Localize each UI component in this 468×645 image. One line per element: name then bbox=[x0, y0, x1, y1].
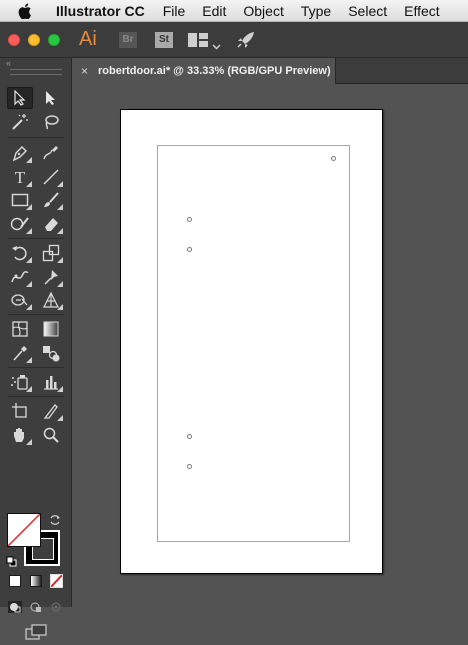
close-tab-icon[interactable]: × bbox=[81, 64, 88, 78]
anchor-point[interactable] bbox=[187, 464, 192, 469]
swap-fill-stroke-icon[interactable] bbox=[49, 513, 61, 531]
color-mode-button[interactable] bbox=[9, 575, 21, 587]
eraser-tool[interactable] bbox=[38, 213, 64, 235]
canvas-area[interactable] bbox=[72, 84, 468, 607]
panel-grip[interactable] bbox=[10, 69, 62, 75]
artboard-tool[interactable] bbox=[7, 400, 33, 422]
illustrator-logo: Ai bbox=[79, 28, 97, 50]
document-tab-bar: × robertdoor.ai* @ 33.33% (RGB/GPU Previ… bbox=[72, 58, 468, 84]
apple-menu-icon[interactable] bbox=[18, 3, 36, 19]
menu-file[interactable]: File bbox=[163, 3, 186, 19]
document-tab-title: robertdoor.ai* @ 33.33% (RGB/GPU Preview… bbox=[98, 65, 331, 77]
blend-tool[interactable] bbox=[38, 342, 64, 364]
mesh-tool[interactable] bbox=[7, 318, 33, 340]
type-tool-glyph: T bbox=[14, 167, 26, 187]
lasso-tool[interactable] bbox=[38, 111, 64, 133]
column-graph-tool[interactable] bbox=[38, 371, 64, 393]
shape-builder-tool[interactable] bbox=[7, 289, 33, 311]
divider bbox=[8, 238, 64, 239]
perspective-grid-tool[interactable] bbox=[38, 289, 64, 311]
window-zoom-button[interactable] bbox=[48, 34, 60, 46]
tools-panel: ‹‹ T bbox=[0, 58, 72, 640]
eyedropper-tool[interactable] bbox=[7, 342, 33, 364]
pen-tool[interactable] bbox=[7, 142, 33, 164]
default-fill-stroke-icon[interactable] bbox=[6, 554, 17, 572]
type-tool[interactable]: T bbox=[7, 166, 33, 188]
anchor-point[interactable] bbox=[187, 217, 192, 222]
line-segment-tool[interactable] bbox=[38, 166, 64, 188]
application-bar: Ai Br St bbox=[0, 22, 468, 58]
draw-normal-icon[interactable] bbox=[8, 600, 22, 613]
document-tab[interactable]: × robertdoor.ai* @ 33.33% (RGB/GPU Previ… bbox=[72, 58, 336, 84]
zoom-tool[interactable] bbox=[38, 424, 64, 446]
curvature-tool[interactable] bbox=[38, 142, 64, 164]
menu-effect[interactable]: Effect bbox=[404, 3, 440, 19]
draw-behind-icon[interactable] bbox=[29, 600, 43, 612]
app-name-menu[interactable]: Illustrator CC bbox=[56, 3, 145, 19]
divider bbox=[8, 396, 64, 397]
window-minimize-button[interactable] bbox=[28, 34, 40, 46]
draw-inside-icon[interactable] bbox=[49, 600, 63, 612]
anchor-point[interactable] bbox=[187, 434, 192, 439]
screen-mode-icon[interactable] bbox=[25, 624, 47, 645]
menu-object[interactable]: Object bbox=[243, 3, 283, 19]
bleed-guide-rectangle bbox=[157, 145, 350, 542]
symbol-sprayer-tool[interactable] bbox=[7, 371, 33, 393]
paintbrush-tool[interactable] bbox=[38, 189, 64, 211]
width-warp-tool[interactable] bbox=[7, 266, 33, 288]
magic-wand-tool[interactable] bbox=[7, 111, 33, 133]
window-close-button[interactable] bbox=[8, 34, 20, 46]
anchor-point[interactable] bbox=[331, 156, 336, 161]
artboard[interactable] bbox=[120, 109, 383, 574]
collapse-panel-icon[interactable]: ‹‹ bbox=[6, 58, 11, 68]
menu-select[interactable]: Select bbox=[348, 3, 387, 19]
anchor-point[interactable] bbox=[187, 247, 192, 252]
none-mode-button[interactable] bbox=[50, 574, 63, 588]
gpu-performance-rocket-icon[interactable] bbox=[236, 31, 256, 54]
chevron-down-icon[interactable] bbox=[212, 37, 221, 55]
divider bbox=[8, 137, 64, 138]
scale-tool[interactable] bbox=[38, 242, 64, 264]
menu-type[interactable]: Type bbox=[301, 3, 331, 19]
bridge-button[interactable]: Br bbox=[119, 32, 137, 48]
gradient-mode-button[interactable] bbox=[30, 575, 42, 587]
divider bbox=[8, 314, 64, 315]
puppet-warp-tool[interactable] bbox=[38, 266, 64, 288]
menu-edit[interactable]: Edit bbox=[202, 3, 226, 19]
rectangle-tool[interactable] bbox=[7, 189, 33, 211]
shaper-tool[interactable] bbox=[7, 213, 33, 235]
stock-button[interactable]: St bbox=[155, 32, 173, 48]
arrange-documents-icon[interactable] bbox=[188, 33, 208, 52]
hand-tool[interactable] bbox=[7, 424, 33, 446]
rotate-tool[interactable] bbox=[7, 242, 33, 264]
divider bbox=[8, 367, 64, 368]
slice-tool[interactable] bbox=[38, 400, 64, 422]
selection-tool[interactable] bbox=[7, 87, 33, 109]
menu-bar: Illustrator CC File Edit Object Type Sel… bbox=[0, 0, 468, 22]
gradient-tool[interactable] bbox=[38, 318, 64, 340]
fill-swatch[interactable] bbox=[7, 513, 41, 547]
direct-selection-tool[interactable] bbox=[38, 87, 64, 109]
